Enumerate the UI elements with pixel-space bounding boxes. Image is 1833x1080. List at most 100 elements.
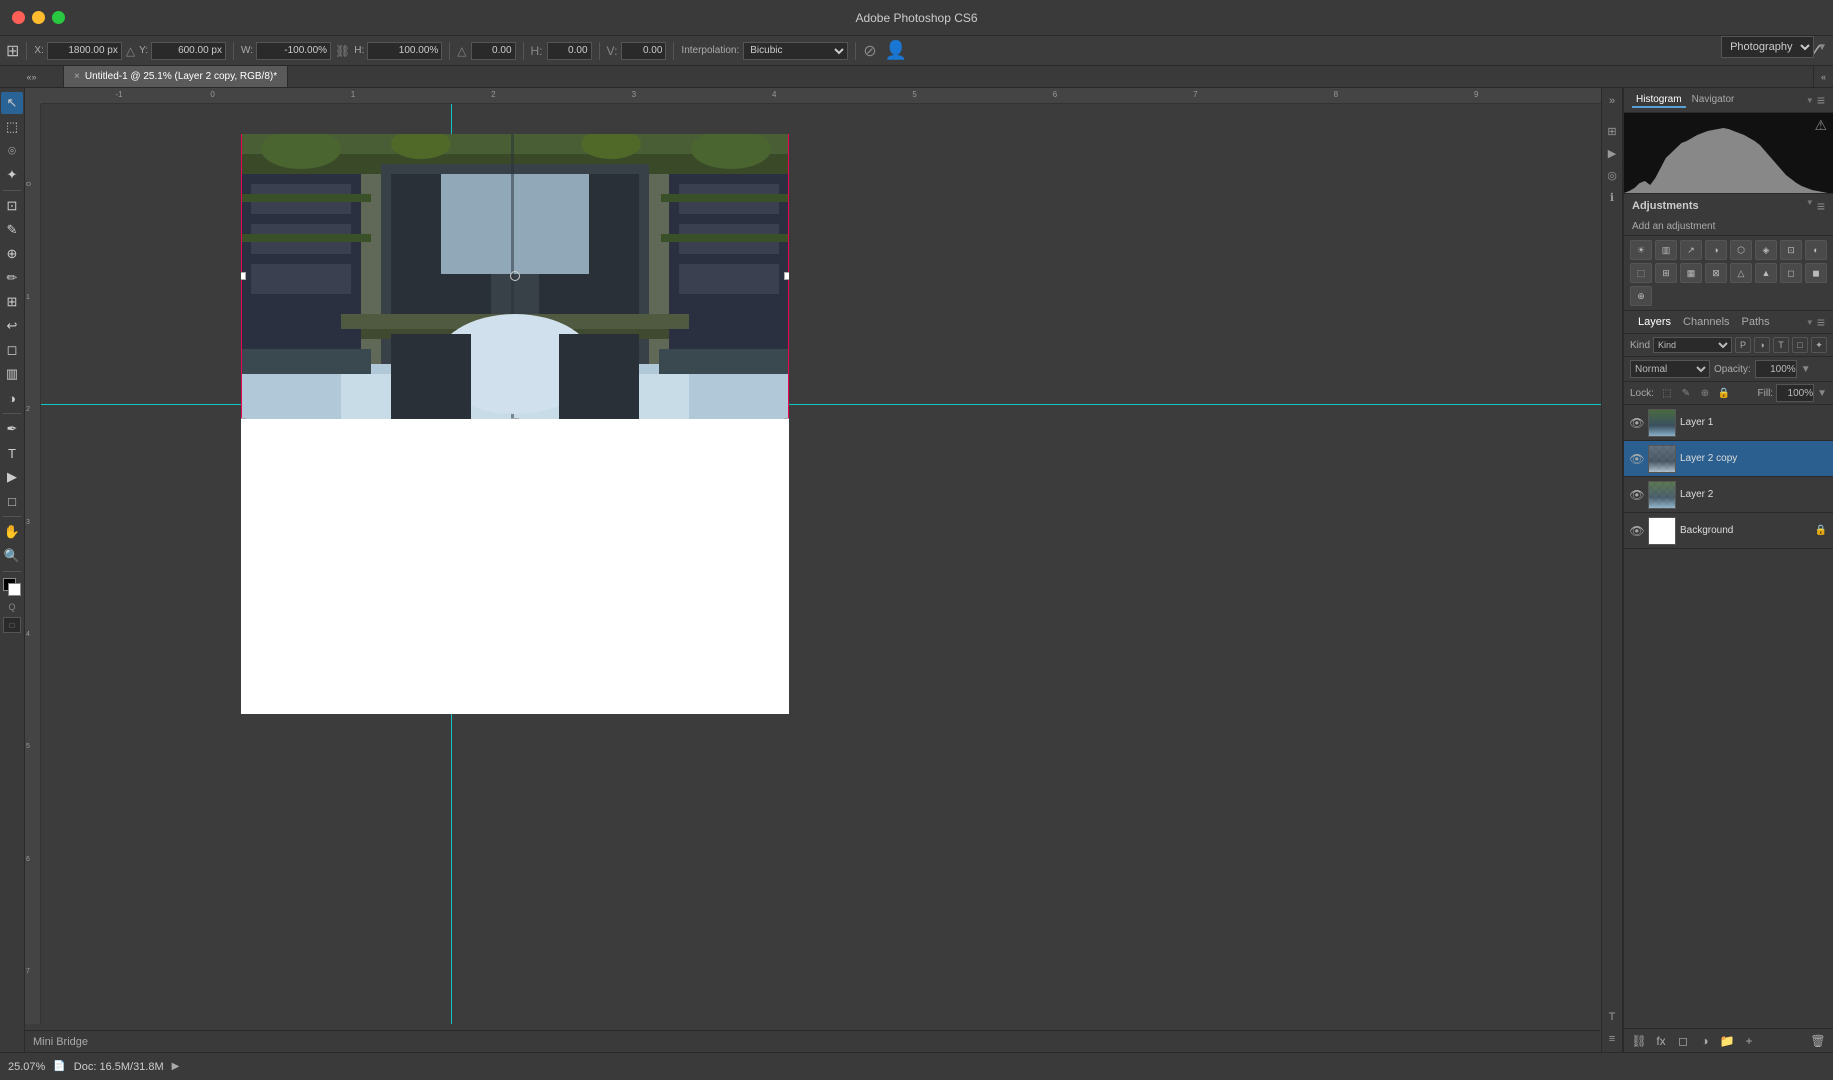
vibrance-btn[interactable]: ⬡ [1730,240,1752,260]
colorbalance-btn[interactable]: ⊡ [1780,240,1802,260]
histogram-tab[interactable]: Histogram [1632,93,1686,108]
panel-btn-4[interactable]: ℹ [1603,188,1621,206]
panel-expand-btn[interactable]: » [1603,92,1621,110]
tab-panel-collapse[interactable]: « [1813,66,1833,87]
delete-layer-btn[interactable]: 🗑 [1809,1032,1827,1050]
photofilter-btn[interactable]: ⬚ [1630,263,1652,283]
workspace-selector[interactable]: Photography Essentials Design [1721,36,1814,58]
add-mask-btn[interactable]: ⊕ [1630,286,1652,306]
layer-item[interactable]: 👁 Layer 1 [1624,405,1833,441]
shape-tool[interactable]: □ [1,490,23,512]
posterize-btn[interactable]: △ [1730,263,1752,283]
eraser-tool[interactable]: ◻ [1,339,23,361]
layer-item-background[interactable]: 👁 Background 🔒 [1624,513,1833,549]
close-button[interactable] [12,11,25,24]
channelmixer-btn[interactable]: ⊞ [1655,263,1677,283]
layer-visibility-toggle[interactable]: 👁 [1630,452,1644,466]
quick-mask-btn[interactable]: Q [3,600,21,614]
pen-tool[interactable]: ✒ [1,418,23,440]
filter-type-btn[interactable]: T [1773,337,1789,353]
opt-x-input[interactable] [47,42,122,60]
zoom-btn[interactable]: 📄 [53,1061,65,1072]
levels-btn[interactable]: ▥ [1655,240,1677,260]
magic-wand-tool[interactable]: ✦ [1,164,23,186]
panel-btn-5[interactable]: T [1603,1008,1621,1026]
tab-close-btn[interactable]: × [74,71,80,82]
lock-transparent-btn[interactable]: ⬚ [1659,385,1675,401]
text-tool[interactable]: T [1,442,23,464]
opacity-input[interactable] [1755,360,1797,378]
selective-color-btn[interactable]: ◼ [1805,263,1827,283]
layer-item[interactable]: 👁 Layer 2 [1624,477,1833,513]
layers-arrow-icon[interactable]: ▼ [1806,318,1814,327]
histogram-panel-arrow[interactable]: ▼ [1806,96,1814,105]
tab-collapse-btn[interactable]: «» [0,66,64,87]
fill-arrow[interactable]: ▼ [1817,388,1827,399]
layer-style-btn[interactable]: fx [1652,1032,1670,1050]
gradient-map-btn[interactable]: ◻ [1780,263,1802,283]
crop-tool[interactable]: ⊡ [1,195,23,217]
layer-visibility-toggle[interactable]: 👁 [1630,524,1644,538]
filter-adj-btn[interactable]: ◑ [1754,337,1770,353]
curves-btn[interactable]: ↗ [1680,240,1702,260]
background-color[interactable] [8,583,21,596]
layers-options-btn[interactable]: ≡ [1817,314,1825,330]
move-tool[interactable]: ↖ [1,92,23,114]
huesaturation-btn[interactable]: ◈ [1755,240,1777,260]
opt-hskew-input[interactable] [547,42,592,60]
brightness-contrast-btn[interactable]: ☀ [1630,240,1652,260]
eyedropper-tool[interactable]: ✎ [1,219,23,241]
layer-list[interactable]: 👁 Layer 1 👁 Layer 2 copy 👁 [1624,405,1833,1028]
gradient-tool[interactable]: ▥ [1,363,23,385]
blend-mode-select[interactable]: Normal Multiply Screen Overlay [1630,360,1710,378]
marquee-tool[interactable]: ⬚ [1,116,23,138]
filter-smart-btn[interactable]: ✦ [1811,337,1827,353]
dodge-tool[interactable]: ◑ [1,387,23,409]
canvas-content[interactable] [41,104,1601,1024]
link-layers-btn[interactable]: ⛓ [1630,1032,1648,1050]
doc-info-expand-btn[interactable]: ▶ [172,1061,180,1072]
canvas-area[interactable]: -1 0 1 2 3 4 5 6 7 8 9 0 1 2 3 4 5 [25,88,1601,1052]
filter-pixel-btn[interactable]: P [1735,337,1751,353]
layer-mask-btn[interactable]: ◻ [1674,1032,1692,1050]
paths-tab[interactable]: Paths [1736,315,1776,329]
interpolation-select[interactable]: Bicubic Bilinear Nearest Neighbor [743,42,848,60]
screen-mode-btn[interactable]: □ [3,617,21,633]
opt-vskew-input[interactable] [621,42,666,60]
document-canvas[interactable] [241,134,789,714]
histogram-options-btn[interactable]: ≡ [1817,92,1825,108]
lock-all-btn[interactable]: 🔒 [1716,385,1732,401]
colllookup-btn[interactable]: ▦ [1680,263,1702,283]
layer-item-selected[interactable]: 👁 Layer 2 copy [1624,441,1833,477]
blackwhite-btn[interactable]: ◐ [1805,240,1827,260]
layers-tab[interactable]: Layers [1632,315,1677,329]
kind-filter-select[interactable]: Kind [1653,337,1732,353]
transform-cancel-icon[interactable]: ⊘ [863,41,876,61]
zoom-tool[interactable]: 🔍 [1,545,23,567]
history-brush-tool[interactable]: ↩ [1,315,23,337]
color-swatch[interactable] [3,578,21,596]
opt-w-input[interactable] [256,42,331,60]
hand-tool[interactable]: ✋ [1,521,23,543]
layer-visibility-toggle[interactable]: 👁 [1630,488,1644,502]
new-group-btn[interactable]: 📁 [1718,1032,1736,1050]
lasso-tool[interactable]: ⌾ [1,140,23,162]
panel-btn-1[interactable]: ⊞ [1603,122,1621,140]
invert-btn[interactable]: ⊠ [1705,263,1727,283]
minimize-button[interactable] [32,11,45,24]
maximize-button[interactable] [52,11,65,24]
lock-position-btn[interactable]: ⊕ [1697,385,1713,401]
link-icon[interactable]: ⛓ [335,44,350,58]
opt-angle-input[interactable] [471,42,516,60]
document-tab[interactable]: × Untitled-1 @ 25.1% (Layer 2 copy, RGB/… [64,66,288,87]
clone-tool[interactable]: ⊞ [1,291,23,313]
adjustments-options-btn[interactable]: ≡ [1817,198,1825,214]
navigator-tab[interactable]: Navigator [1688,93,1739,108]
adjustments-arrow-icon[interactable]: ▼ [1806,198,1814,214]
path-select-tool[interactable]: ▶ [1,466,23,488]
exposure-btn[interactable]: ◑ [1705,240,1727,260]
opt-y-input[interactable] [151,42,226,60]
channels-tab[interactable]: Channels [1677,315,1735,329]
new-layer-btn[interactable]: + [1740,1032,1758,1050]
brush-tool[interactable]: ✏ [1,267,23,289]
